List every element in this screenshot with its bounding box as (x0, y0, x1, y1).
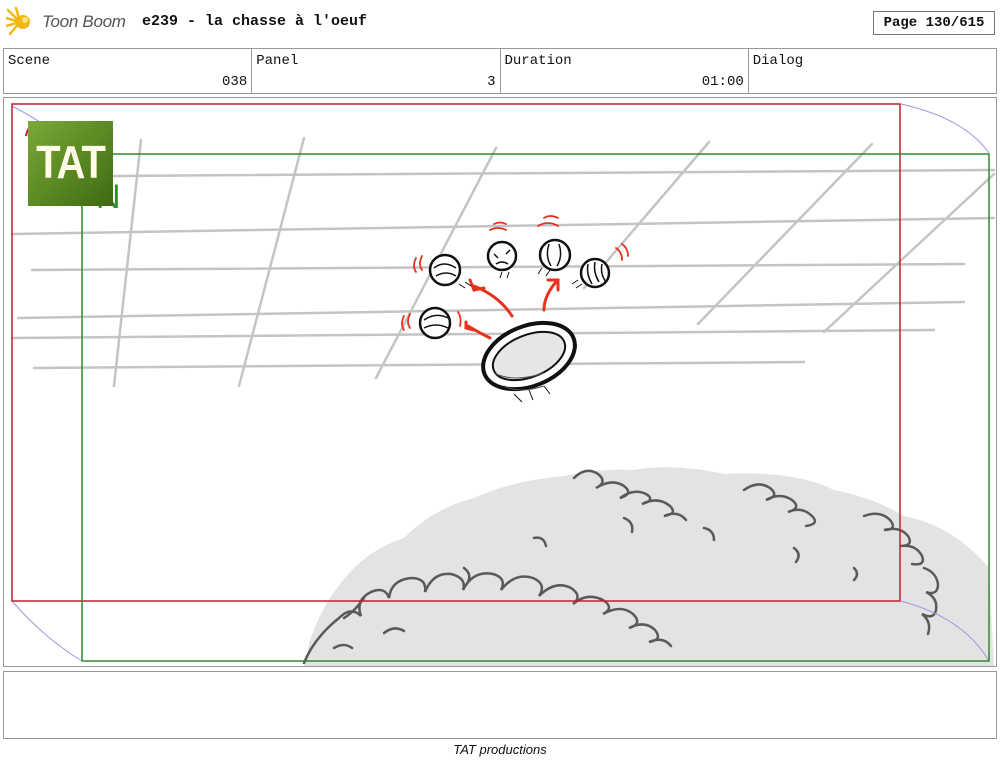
duration-value: 01:00 (701, 74, 744, 90)
panel-value: 3 (487, 74, 496, 90)
panel-drawing: N (10, 103, 996, 666)
dialog-field[interactable]: Dialog (749, 49, 996, 93)
tat-logo-text: TAT (36, 137, 106, 189)
document-title: e239 - la chasse à l'oeuf (142, 13, 368, 30)
storyboard-header: Toon Boom e239 - la chasse à l'oeuf Page… (0, 0, 1000, 46)
scene-field[interactable]: Scene 038 (4, 49, 253, 93)
app-name: Toon Boom (42, 12, 126, 31)
storyboard-panel-image[interactable]: N (3, 97, 997, 667)
panel-notes-area[interactable] (3, 671, 997, 739)
tat-logo: TAT (28, 121, 113, 206)
footer-credit: TAT productions (453, 742, 547, 757)
egg-basket-drawing (481, 320, 577, 403)
scene-value: 038 (222, 74, 248, 90)
page-counter: Page 130/615 (873, 11, 995, 35)
panel-info-bar: Scene 038 Panel 3 Duration 01:00 Dialog (3, 48, 997, 94)
duration-field[interactable]: Duration 01:00 (501, 49, 749, 93)
panel-field[interactable]: Panel 3 (252, 49, 501, 93)
egg-speed-lines (458, 267, 583, 289)
dialog-label: Dialog (752, 53, 804, 69)
panel-label: Panel (256, 53, 299, 69)
duration-label: Duration (504, 53, 572, 69)
flying-eggs (418, 238, 611, 340)
toon-boom-burst-icon (6, 6, 30, 36)
toon-boom-logo: Toon Boom (6, 6, 126, 38)
scene-label: Scene (8, 53, 51, 69)
